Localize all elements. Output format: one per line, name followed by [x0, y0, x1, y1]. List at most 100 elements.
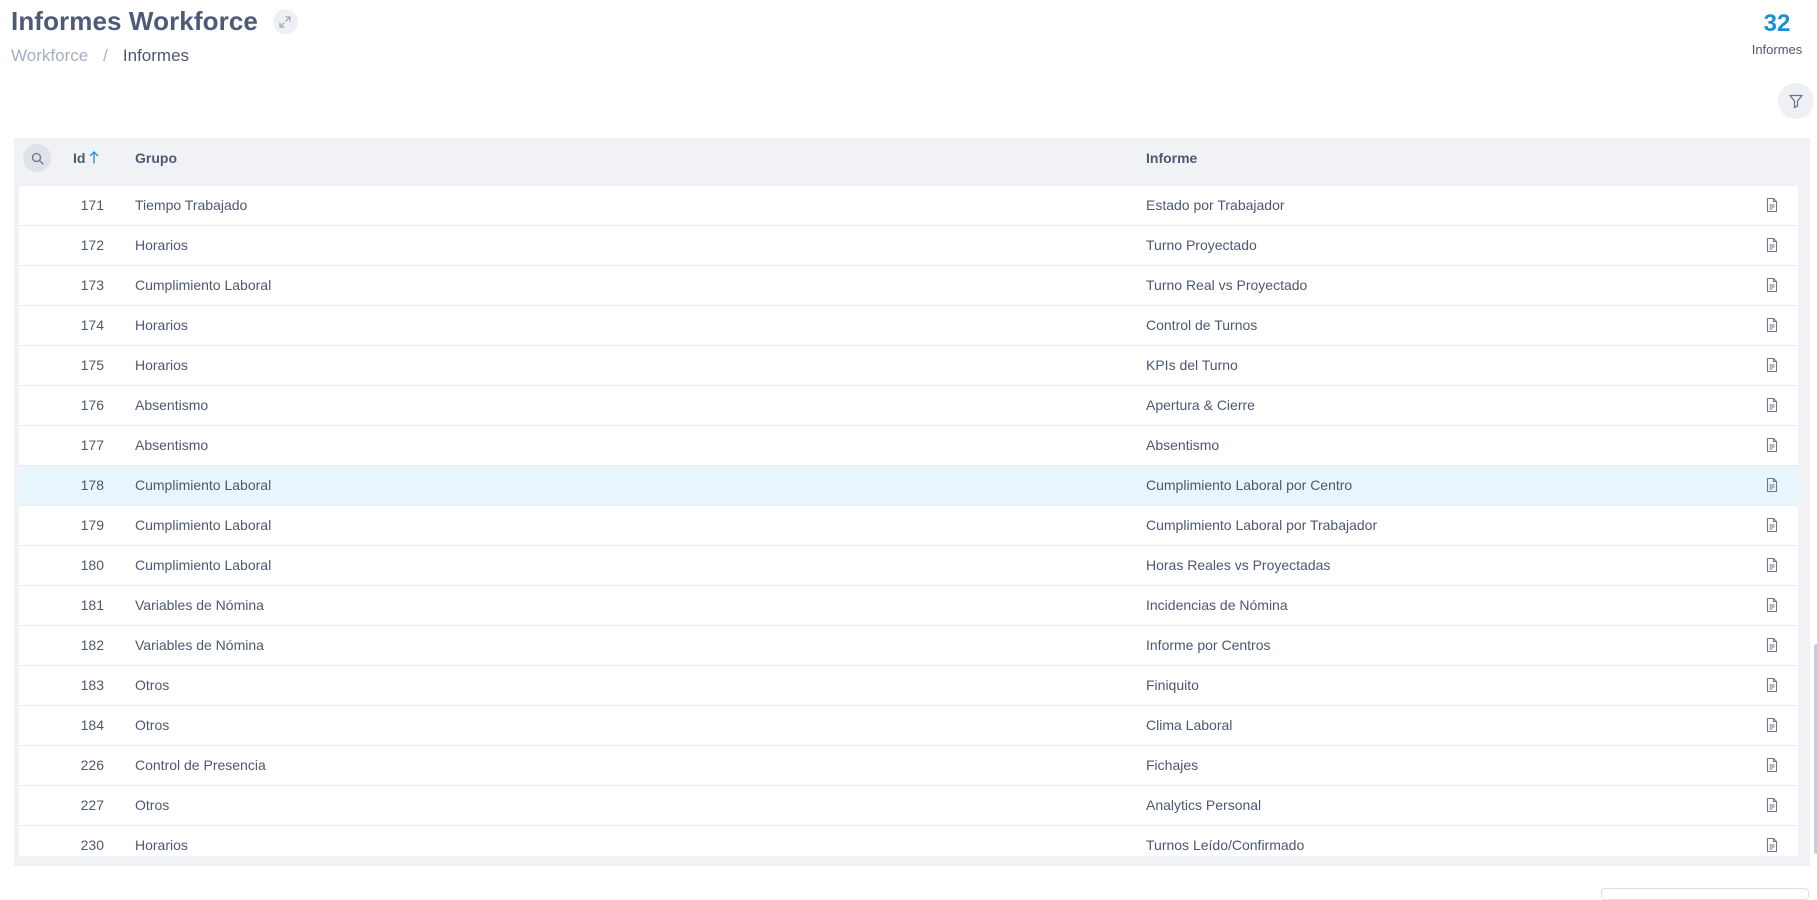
page-title: Informes Workforce	[11, 6, 258, 36]
expand-icon	[279, 15, 292, 28]
report-icon[interactable]	[1764, 477, 1780, 493]
report-count-label: Informes	[1751, 42, 1803, 57]
search-icon	[31, 152, 44, 165]
cell-grupo: Horarios	[135, 317, 188, 333]
table-row[interactable]: 180 Cumplimiento Laboral Horas Reales vs P…	[19, 546, 1798, 586]
table-row[interactable]: 182 Variables de Nómina Informe por Centro…	[19, 626, 1798, 666]
report-icon[interactable]	[1764, 557, 1780, 573]
cell-grupo: Absentismo	[135, 397, 209, 413]
arrow-up-icon[interactable]	[89, 150, 99, 164]
cell-grupo: Horarios	[135, 837, 188, 853]
report-icon[interactable]	[1764, 317, 1780, 333]
table-row[interactable]: 176 Absentismo Apertura & Cierre	[19, 386, 1798, 426]
cell-informe: Finiquito	[1146, 677, 1199, 693]
cell-grupo: Cumplimiento Laboral	[135, 557, 272, 573]
breadcrumb: Workforce / Informes	[11, 46, 189, 66]
cell-id: 182	[80, 637, 104, 653]
report-icon[interactable]	[1764, 237, 1780, 253]
cell-grupo: Horarios	[135, 357, 188, 373]
report-icon[interactable]	[1764, 437, 1780, 453]
report-icon[interactable]	[1764, 397, 1780, 413]
cell-informe: Cumplimiento Laboral por Centro	[1146, 477, 1353, 493]
cell-id: 176	[80, 397, 104, 413]
table-row[interactable]: 230 Horarios Turnos Leído/Confirmado	[19, 826, 1798, 856]
cell-informe: Informe por Centros	[1146, 637, 1271, 653]
cell-id: 227	[80, 797, 104, 813]
cell-grupo: Otros	[135, 677, 170, 693]
table-row[interactable]: 181 Variables de Nómina Incidencias de Nóm…	[19, 586, 1798, 626]
report-icon[interactable]	[1764, 357, 1780, 373]
cell-id: 179	[80, 517, 104, 533]
cell-id: 174	[80, 317, 104, 333]
breadcrumb-workforce-link[interactable]: Workforce	[11, 46, 88, 66]
cell-id: 172	[80, 237, 104, 253]
table-row[interactable]: 226 Control de Presencia Fichajes	[19, 746, 1798, 786]
filter-button[interactable]	[1778, 83, 1814, 119]
cell-grupo: Otros	[135, 717, 170, 733]
cell-id: 175	[80, 357, 104, 373]
report-icon[interactable]	[1764, 637, 1780, 653]
cell-grupo: Tiempo Trabajado	[135, 197, 248, 213]
table-row[interactable]: 179 Cumplimiento Laboral Cumplimiento Labo…	[19, 506, 1798, 546]
cell-informe: Turno Real vs Proyectado	[1146, 277, 1308, 293]
report-icon[interactable]	[1764, 757, 1780, 773]
cell-id: 177	[80, 437, 104, 453]
column-header-informe[interactable]: Informe	[1146, 138, 1197, 178]
cell-informe: Control de Turnos	[1146, 317, 1258, 333]
cell-informe: Turno Proyectado	[1146, 237, 1257, 253]
cell-informe: Turnos Leído/Confirmado	[1146, 837, 1305, 853]
cell-id: 230	[80, 837, 104, 853]
cell-informe: Cumplimiento Laboral por Trabajador	[1146, 517, 1378, 533]
report-icon[interactable]	[1764, 677, 1780, 693]
table-row[interactable]: 177 Absentismo Absentismo	[19, 426, 1798, 466]
table-row[interactable]: 178 Cumplimiento Laboral Cumplimiento Labo…	[19, 466, 1798, 506]
cell-grupo: Absentismo	[135, 437, 209, 453]
cell-informe: Horas Reales vs Proyectadas	[1146, 557, 1331, 573]
table-row[interactable]: 172 Horarios Turno Proyectado	[19, 226, 1798, 266]
column-header-grupo[interactable]: Grupo	[135, 138, 177, 178]
cell-id: 171	[80, 197, 104, 213]
report-icon[interactable]	[1764, 797, 1780, 813]
cell-id: 183	[80, 677, 104, 693]
table-row[interactable]: 183 Otros Finiquito	[19, 666, 1798, 706]
cell-id: 178	[80, 477, 104, 493]
cell-informe: Clima Laboral	[1146, 717, 1233, 733]
table-row[interactable]: 184 Otros Clima Laboral	[19, 706, 1798, 746]
report-icon[interactable]	[1764, 197, 1780, 213]
report-count: 32 Informes	[1737, 10, 1817, 57]
table-row[interactable]: 227 Otros Analytics Personal	[19, 786, 1798, 826]
table-row[interactable]: 174 Horarios Control de Turnos	[19, 306, 1798, 346]
scrollbar[interactable]	[1812, 186, 1817, 856]
report-icon[interactable]	[1764, 597, 1780, 613]
cell-id: 180	[80, 557, 104, 573]
report-icon[interactable]	[1764, 837, 1780, 853]
table-body: 171 Tiempo Trabajado Estado por Trabajador…	[19, 186, 1798, 856]
cell-informe: Absentismo	[1146, 437, 1220, 453]
filter-icon	[1789, 94, 1803, 109]
cell-informe: KPIs del Turno	[1146, 357, 1238, 373]
table-header: Id Grupo Informe	[14, 138, 1810, 178]
report-icon[interactable]	[1764, 517, 1780, 533]
cell-grupo: Control de Presencia	[135, 757, 266, 773]
table-row[interactable]: 173 Cumplimiento Laboral Turno Real vs Pro…	[19, 266, 1798, 306]
page-header: Informes Workforce	[11, 6, 298, 37]
cell-informe: Incidencias de Nómina	[1146, 597, 1288, 613]
report-icon[interactable]	[1764, 277, 1780, 293]
cell-grupo: Variables de Nómina	[135, 597, 264, 613]
cell-id: 226	[80, 757, 104, 773]
cell-informe: Analytics Personal	[1146, 797, 1262, 813]
report-count-value: 32	[1763, 10, 1791, 37]
cell-grupo: Cumplimiento Laboral	[135, 517, 272, 533]
column-header-id[interactable]: Id	[73, 138, 85, 178]
report-icon[interactable]	[1764, 717, 1780, 733]
cell-grupo: Otros	[135, 797, 170, 813]
table-row[interactable]: 175 Horarios KPIs del Turno	[19, 346, 1798, 386]
expand-button[interactable]	[272, 9, 298, 34]
breadcrumb-current: Informes	[122, 46, 190, 65]
pagination-control[interactable]	[1601, 888, 1809, 900]
table-row[interactable]: 171 Tiempo Trabajado Estado por Trabajador	[19, 186, 1798, 226]
cell-informe: Apertura & Cierre	[1146, 397, 1255, 413]
cell-grupo: Cumplimiento Laboral	[135, 477, 272, 493]
cell-grupo: Variables de Nómina	[135, 637, 264, 653]
table-search-button[interactable]	[23, 144, 51, 172]
